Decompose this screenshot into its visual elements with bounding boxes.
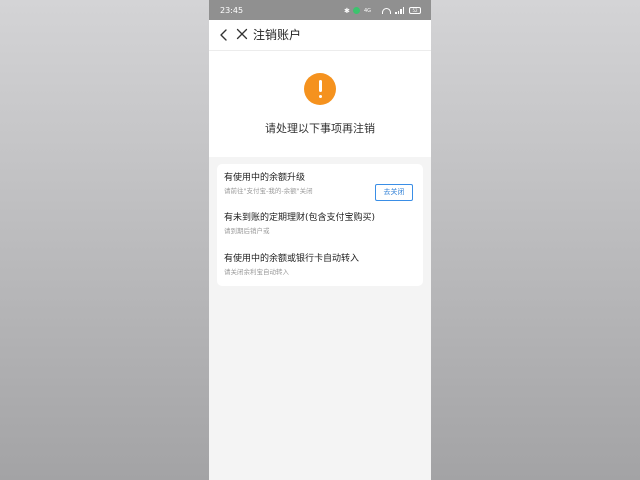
status-bar: 23:45 ✱ 4G 52 bbox=[209, 0, 431, 20]
alarm-icon bbox=[353, 7, 360, 14]
item-title: 有使用中的余额或银行卡自动转入 bbox=[224, 254, 360, 264]
item-subtitle: 请到期后销户或 bbox=[224, 227, 270, 235]
status-time: 23:45 bbox=[220, 6, 244, 15]
item-title: 有未到账的定期理财(包含支付宝购买) bbox=[224, 213, 376, 223]
wifi-icon bbox=[382, 7, 391, 14]
status-icons: ✱ 4G 52 bbox=[344, 6, 421, 15]
list-item-balance-upgrade: 有使用中的余额升级 请前往"支付宝-我的-余额"关闭 去关闭 bbox=[224, 173, 419, 201]
signal-icon bbox=[395, 7, 405, 14]
list-item-fixed-financing: 有未到账的定期理财(包含支付宝购买) 请到期后销户或 bbox=[224, 213, 419, 235]
network-speed-icon: 4G bbox=[364, 7, 372, 14]
page-title: 注销账户 bbox=[253, 28, 302, 42]
pending-items-card: 有使用中的余额升级 请前往"支付宝-我的-余额"关闭 去关闭 有未到账的定期理财… bbox=[217, 164, 423, 286]
list-item-auto-transfer: 有使用中的余额或银行卡自动转入 请关闭余利宝自动转入 bbox=[224, 254, 419, 276]
bluetooth-icon: ✱ bbox=[344, 6, 350, 15]
item-subtitle: 请关闭余利宝自动转入 bbox=[224, 268, 289, 276]
battery-icon: 52 bbox=[409, 7, 421, 14]
nav-bar: 注销账户 bbox=[209, 20, 431, 51]
item-title: 有使用中的余额升级 bbox=[224, 173, 306, 183]
close-icon[interactable] bbox=[236, 28, 248, 40]
phone-screen: 23:45 ✱ 4G 52 注销账户 请处理以下事项再注销 有使用中的余额升级 … bbox=[209, 0, 431, 480]
warning-message: 请处理以下事项再注销 bbox=[265, 122, 375, 135]
back-arrow-icon[interactable] bbox=[219, 29, 229, 41]
go-close-button[interactable]: 去关闭 bbox=[375, 184, 413, 201]
warning-section: 请处理以下事项再注销 bbox=[209, 51, 431, 157]
exclamation-icon bbox=[304, 73, 336, 105]
